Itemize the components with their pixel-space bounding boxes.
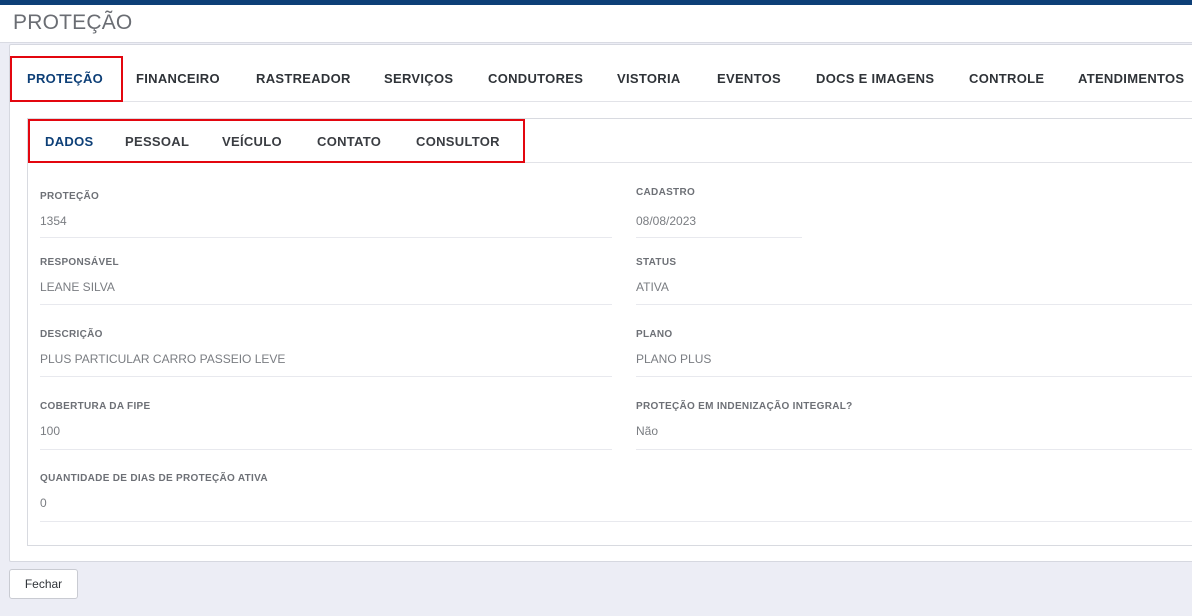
close-button[interactable]: Fechar	[9, 569, 78, 599]
field-label: CADASTRO	[636, 187, 696, 198]
tab-servicos[interactable]: SERVIÇOS	[384, 71, 453, 86]
field-label: PROTEÇÃO	[40, 191, 100, 202]
field-value: LEANE SILVA	[40, 280, 115, 294]
field-label: PROTEÇÃO EM INDENIZAÇÃO INTEGRAL?	[636, 401, 853, 412]
field-label: DESCRIÇÃO	[40, 329, 103, 340]
field-label: COBERTURA DA FIPE	[40, 401, 151, 412]
field-cobertura-fipe: COBERTURA DA FIPE 100	[40, 401, 612, 450]
field-label: RESPONSÁVEL	[40, 257, 119, 268]
tab-atendimentos[interactable]: ATENDIMENTOS	[1078, 71, 1184, 86]
tab-rastreador[interactable]: RASTREADOR	[256, 71, 351, 86]
tab-condutores[interactable]: CONDUTORES	[488, 71, 583, 86]
tab-docs-e-imagens[interactable]: DOCS E IMAGENS	[816, 71, 934, 86]
field-value: 0	[40, 496, 47, 510]
field-dias-protecao-ativa: QUANTIDADE DE DIAS DE PROTEÇÃO ATIVA 0	[40, 473, 1192, 522]
field-indenizacao-integral: PROTEÇÃO EM INDENIZAÇÃO INTEGRAL? Não	[636, 401, 1192, 450]
field-protecao: PROTEÇÃO 1354	[40, 191, 612, 238]
field-status: STATUS ATIVA	[636, 257, 1192, 305]
sub-tab-bar: DADOS PESSOAL VEÍCULO CONTATO CONSULTOR	[28, 119, 1192, 163]
main-tab-bar: PROTEÇÃO FINANCEIRO RASTREADOR SERVIÇOS …	[10, 45, 1192, 102]
tab-eventos[interactable]: EVENTOS	[717, 71, 781, 86]
field-value: Não	[636, 424, 659, 438]
details-panel: DADOS PESSOAL VEÍCULO CONTATO CONSULTOR …	[27, 118, 1192, 546]
field-value: PLUS PARTICULAR CARRO PASSEIO LEVE	[40, 352, 286, 366]
tab-financeiro[interactable]: FINANCEIRO	[136, 71, 220, 86]
field-label: QUANTIDADE DE DIAS DE PROTEÇÃO ATIVA	[40, 473, 268, 484]
field-value: 1354	[40, 214, 67, 228]
active-tab-highlight	[10, 56, 123, 102]
page-header: PROTEÇÃO	[0, 5, 1192, 43]
field-value: 08/08/2023	[636, 214, 697, 228]
sub-tab-highlight	[28, 119, 525, 163]
field-descricao: DESCRIÇÃO PLUS PARTICULAR CARRO PASSEIO …	[40, 329, 612, 377]
tab-controle[interactable]: CONTROLE	[969, 71, 1044, 86]
field-responsavel: RESPONSÁVEL LEANE SILVA	[40, 257, 612, 305]
main-card: PROTEÇÃO FINANCEIRO RASTREADOR SERVIÇOS …	[9, 44, 1192, 562]
field-value: ATIVA	[636, 280, 669, 294]
field-label: STATUS	[636, 257, 677, 268]
page-title: PROTEÇÃO	[13, 11, 133, 34]
field-value: PLANO PLUS	[636, 352, 712, 366]
field-value: 100	[40, 424, 61, 438]
field-plano: PLANO PLANO PLUS	[636, 329, 1192, 377]
tab-vistoria[interactable]: VISTORIA	[617, 71, 681, 86]
field-cadastro: CADASTRO 08/08/2023	[636, 187, 802, 238]
field-label: PLANO	[636, 329, 673, 340]
